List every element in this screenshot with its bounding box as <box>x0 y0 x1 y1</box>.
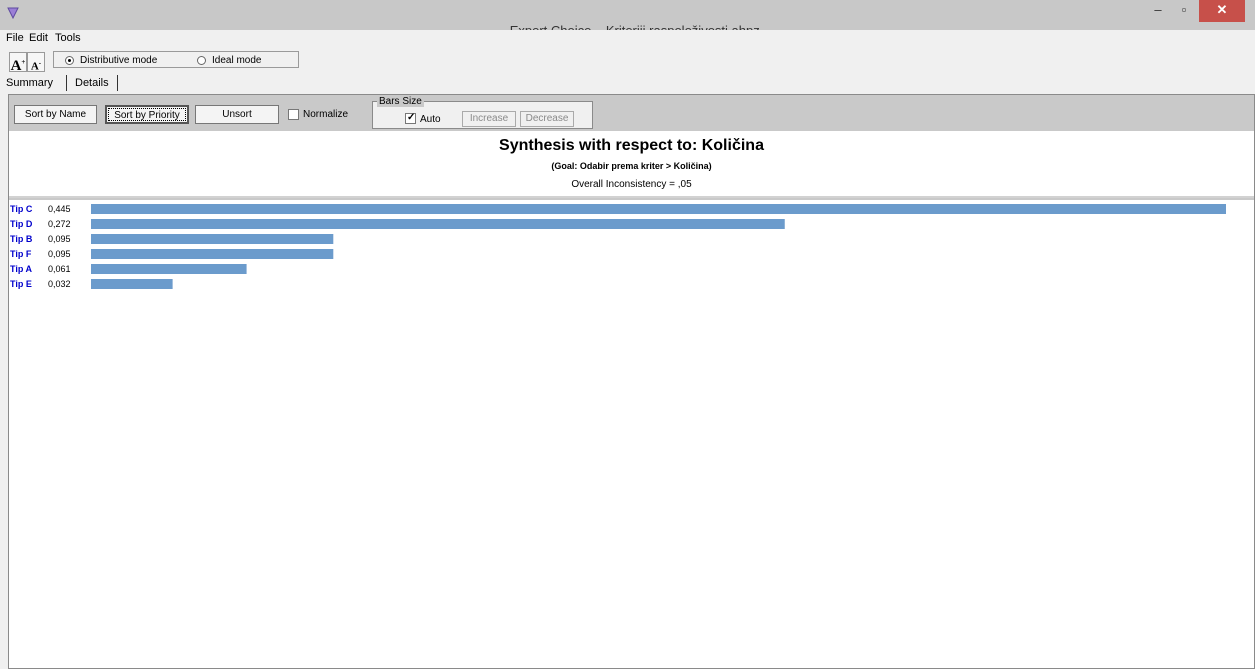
font-increase-button[interactable]: A+ <box>9 52 27 74</box>
tab-divider <box>66 75 67 91</box>
ideal-mode-label[interactable]: Ideal mode <box>212 55 261 66</box>
normalize-checkbox[interactable] <box>288 109 299 120</box>
priority-bar <box>91 204 1226 214</box>
category-label: Tip D <box>10 219 33 229</box>
category-label: Tip A <box>10 264 32 274</box>
restore-button[interactable]: ▫ <box>1171 0 1197 22</box>
unsort-button[interactable]: Unsort <box>195 105 279 124</box>
menu-bar: File Edit Tools <box>0 30 1255 46</box>
priority-bar <box>91 249 334 259</box>
title-bar: Expert Choice Kriteriji raspoloživosti.a… <box>0 0 1255 38</box>
distributive-mode-radio[interactable] <box>65 56 74 65</box>
priority-bar-chart-svg: Tip C 0,445 Tip D 0,272 Tip B 0,095 Tip F 0,095… <box>10 204 1226 289</box>
priority-value-label: 0,095 <box>48 249 71 259</box>
priority-value-label: 0,272 <box>48 219 71 229</box>
menu-file[interactable]: File <box>6 32 24 44</box>
priority-bar <box>91 219 785 229</box>
goal-path: (Goal: Odabir prema kriter > Količina) <box>551 161 712 171</box>
category-label: Tip B <box>10 234 33 244</box>
category-label: Tip E <box>10 279 32 289</box>
menu-edit[interactable]: Edit <box>29 32 48 44</box>
view-tabs: Summary Details <box>0 75 300 93</box>
distributive-mode-label[interactable]: Distributive mode <box>80 55 157 66</box>
normalize-label[interactable]: Normalize <box>303 109 348 120</box>
sort-by-priority-button[interactable]: Sort by Priority <box>105 105 189 124</box>
increase-button[interactable]: Increase <box>462 111 516 127</box>
font-decrease-button[interactable]: A- <box>27 52 45 73</box>
tab-divider <box>117 75 118 91</box>
synthesis-header: Synthesis with respect to: Količina (Goa… <box>9 131 1254 198</box>
close-button[interactable]: ✕ <box>1199 0 1245 22</box>
sort-controls: Sort by Name Sort by Priority Unsort Nor… <box>9 95 1254 131</box>
priority-bar <box>91 279 173 289</box>
tab-summary[interactable]: Summary <box>6 77 53 89</box>
auto-label[interactable]: Auto <box>420 114 441 125</box>
priority-value-label: 0,032 <box>48 279 71 289</box>
category-label: Tip C <box>10 204 33 214</box>
decrease-button[interactable]: Decrease <box>520 111 574 127</box>
minimize-button[interactable]: – <box>1145 0 1171 22</box>
ideal-mode-radio[interactable] <box>197 56 206 65</box>
priority-value-label: 0,445 <box>48 204 71 214</box>
menu-tools[interactable]: Tools <box>55 32 81 44</box>
toolbar: A+ A- Distributive mode Ideal mode <box>0 49 1255 75</box>
tab-details[interactable]: Details <box>75 77 109 89</box>
priority-bar <box>91 234 334 244</box>
auto-checkbox[interactable] <box>405 112 416 124</box>
priority-bar <box>91 264 247 274</box>
sort-by-name-button[interactable]: Sort by Name <box>14 105 97 124</box>
overall-inconsistency: Overall Inconsistency = ,05 <box>571 179 692 190</box>
font-increase-glyph: A <box>10 58 22 74</box>
priority-bar-chart: Tip C 0,445 Tip D 0,272 Tip B 0,095 Tip F 0,095… <box>9 200 1254 668</box>
synthesis-title: Synthesis with respect to: Količina <box>499 137 764 154</box>
priority-value-label: 0,095 <box>48 234 71 244</box>
synthesis-panel: Sort by Name Sort by Priority Unsort Nor… <box>8 94 1255 669</box>
bars-size-label: Bars Size <box>377 96 424 107</box>
font-decrease-glyph: A <box>30 60 39 73</box>
mode-selector: Distributive mode Ideal mode <box>53 51 299 68</box>
category-label: Tip F <box>10 249 32 259</box>
priority-value-label: 0,061 <box>48 264 71 274</box>
bars-size-group: Bars Size Auto Increase Decrease <box>372 96 593 129</box>
